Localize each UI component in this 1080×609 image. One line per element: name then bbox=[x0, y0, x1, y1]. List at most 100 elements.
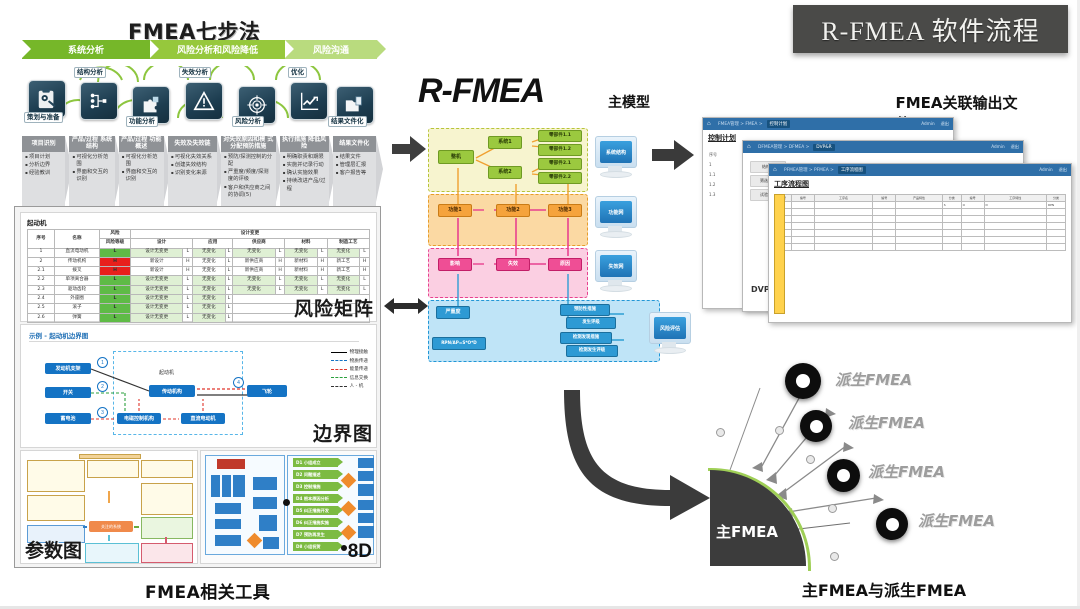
detail-card-1: 项目识别 项目计划 分析边界 经验教训 bbox=[22, 136, 73, 206]
titlebar-right: Admin 退出 bbox=[991, 144, 1019, 150]
user-label[interactable]: Admin bbox=[1039, 167, 1052, 173]
detail-card-6: 执行措施 降低风险 明确职责和期限 实施并记录行动 确认实施效果 持续改进产品/… bbox=[279, 136, 336, 206]
cell bbox=[790, 229, 815, 237]
sub-s: S bbox=[941, 201, 962, 209]
eightd-step-8: D8 小组祝贺 bbox=[293, 542, 343, 551]
cell: L bbox=[316, 275, 328, 286]
derived-fmea-donut-3[interactable] bbox=[827, 459, 860, 492]
cell: 无变化 bbox=[192, 294, 226, 305]
cell bbox=[813, 208, 874, 216]
cell bbox=[1046, 208, 1066, 216]
cell: L bbox=[359, 247, 370, 258]
window-process-flow[interactable]: ⌂ PFMEA管理 > PFMEA > 工序流程图 Admin 退出 工序流程图… bbox=[768, 163, 1072, 323]
cell: 无变化 bbox=[284, 247, 318, 258]
tools-caption: FMEA相关工具 bbox=[145, 583, 271, 603]
cell: L bbox=[274, 284, 286, 296]
cell bbox=[895, 222, 943, 230]
grid-header-row: 序号 编号 工序名 编号 产品特性 分类 编号 工序特性 分类 bbox=[774, 194, 1066, 202]
logout-link[interactable]: 退出 bbox=[1011, 144, 1019, 150]
derived-fmea-donut-2[interactable] bbox=[800, 410, 832, 442]
detail-card-7: 结果文件化 结果文件 管理层汇报 客户报告等 bbox=[332, 136, 384, 206]
sub-o: O bbox=[960, 201, 985, 209]
cell-no: 1 bbox=[27, 247, 55, 258]
cell bbox=[960, 215, 985, 223]
list-item: 识别变化来源 bbox=[171, 170, 214, 177]
monitor-function-net: 功能网 bbox=[592, 196, 638, 238]
list-item: 持续改进产品/过程 bbox=[283, 178, 326, 192]
cell: H bbox=[274, 266, 286, 277]
grid-subheader-row: S O D RPN bbox=[774, 201, 1066, 209]
cell: H bbox=[182, 256, 194, 268]
legend-label: 物质传递 bbox=[349, 358, 368, 364]
gh-3: 编号 bbox=[872, 194, 897, 202]
table-group-header-row: 序号 名称 风险 设计变更 bbox=[27, 228, 370, 249]
detail-card-header: 项目识别 bbox=[22, 136, 66, 152]
boundary-diagram-block: 示例 - 起动机边界图 起动机 发动机支架 开关 蓄电池 传动机构 电磁控制机构… bbox=[20, 324, 377, 448]
active-tab[interactable]: 控制计划 bbox=[766, 120, 791, 128]
cell bbox=[941, 243, 962, 251]
eightd-right-box-5 bbox=[358, 513, 374, 523]
list-item: 预防/探测控制的分配 bbox=[224, 153, 273, 168]
logout-link[interactable]: 退出 bbox=[1059, 167, 1067, 173]
derived-fmea-donut-1[interactable] bbox=[785, 363, 821, 399]
cell bbox=[983, 236, 1048, 244]
risk-matrix-title: 起动机 bbox=[27, 219, 47, 227]
cell: L bbox=[182, 275, 194, 286]
derived-fmea-donut-4[interactable] bbox=[876, 508, 908, 540]
cell: L bbox=[182, 312, 194, 323]
window-titlebar: ⌂ PFMEA管理 > PFMEA > 工序流程图 Admin 退出 bbox=[769, 164, 1071, 176]
cell bbox=[895, 215, 943, 223]
process-flow-grid: 序号 编号 工序名 编号 产品特性 分类 编号 工序特性 分类 S O bbox=[774, 194, 1066, 312]
model-node-rpn-formula: RPN/AP=S*O*D bbox=[432, 337, 486, 350]
model-node-function-3: 功能3 bbox=[548, 204, 582, 217]
eightd-step-7: D7 预防再发生 bbox=[293, 530, 343, 539]
cell: 设计无变更 bbox=[129, 275, 184, 286]
model-node-occurrence: 发生评级 bbox=[566, 317, 616, 329]
cell-name: 滚子 bbox=[54, 303, 100, 314]
cell: L bbox=[182, 294, 194, 305]
cell-no: 2.1 bbox=[27, 266, 55, 277]
breadcrumb: FMEA管理 > FMEA > bbox=[718, 122, 763, 127]
detail-list: 可视化分析范围 界面和交互的识别 bbox=[122, 153, 161, 184]
cell bbox=[813, 201, 874, 209]
detail-card-body: 明确职责和期限 实施并记录行动 确认实施效果 持续改进产品/过程 bbox=[279, 152, 329, 206]
donut-hole bbox=[796, 374, 810, 388]
detail-card-header: 产品/过程 功能概述 bbox=[118, 136, 164, 152]
active-tab[interactable]: 工序流程图 bbox=[837, 166, 866, 174]
phase-chevron-2: 风险分析和风险降低 bbox=[150, 40, 294, 59]
model-title: R-FMEA bbox=[418, 72, 545, 110]
legend-item: 物理接触 bbox=[330, 349, 368, 355]
monitor-base bbox=[600, 285, 632, 292]
eightd-node bbox=[211, 475, 220, 497]
cell bbox=[813, 222, 874, 230]
cell: L bbox=[224, 294, 234, 305]
home-icon[interactable]: ⌂ bbox=[707, 121, 714, 128]
step-icon-4[interactable] bbox=[185, 82, 223, 120]
cell: 无变化 bbox=[192, 275, 226, 286]
active-tab[interactable]: DVP&R bbox=[813, 143, 835, 151]
table-row: 1 直流电动机 L 设计无变更 L 无变化 L 无变化 L 无变化 L 无变化 L bbox=[27, 247, 370, 258]
model-node-cause: 原因 bbox=[548, 258, 582, 271]
logout-link[interactable]: 退出 bbox=[941, 121, 949, 127]
titlebar-right: Admin 退出 bbox=[1039, 167, 1067, 173]
user-label[interactable]: Admin bbox=[991, 144, 1004, 150]
cell-name: 传动机构 bbox=[54, 256, 100, 268]
home-icon[interactable]: ⌂ bbox=[747, 144, 754, 151]
arrow-model-to-outputs bbox=[652, 140, 694, 170]
cell bbox=[941, 229, 962, 237]
step-icon-6[interactable] bbox=[290, 82, 328, 120]
cell: L bbox=[224, 303, 234, 314]
home-icon[interactable]: ⌂ bbox=[773, 167, 780, 174]
monitor-risk-assessment: 风险评估 bbox=[646, 312, 692, 354]
step-icon-2[interactable] bbox=[80, 82, 118, 120]
seven-step-detail-cards: 项目识别 项目计划 分析边界 经验教训 产品/过程 系统结构 可视化分析范围 界… bbox=[22, 136, 384, 206]
cell: L bbox=[274, 275, 286, 286]
monitor-system-structure: 系统结构 bbox=[592, 136, 638, 178]
user-label[interactable]: Admin bbox=[921, 121, 934, 127]
cell-no: 2.2 bbox=[27, 275, 55, 286]
th-no: 序号 bbox=[27, 229, 55, 249]
list-item: 项目计划 bbox=[25, 153, 62, 161]
monitor-label: 失效网 bbox=[600, 255, 632, 277]
eightd-step-4: D4 根本原因分析 bbox=[293, 494, 343, 503]
eightd-right-box-1 bbox=[358, 458, 374, 468]
